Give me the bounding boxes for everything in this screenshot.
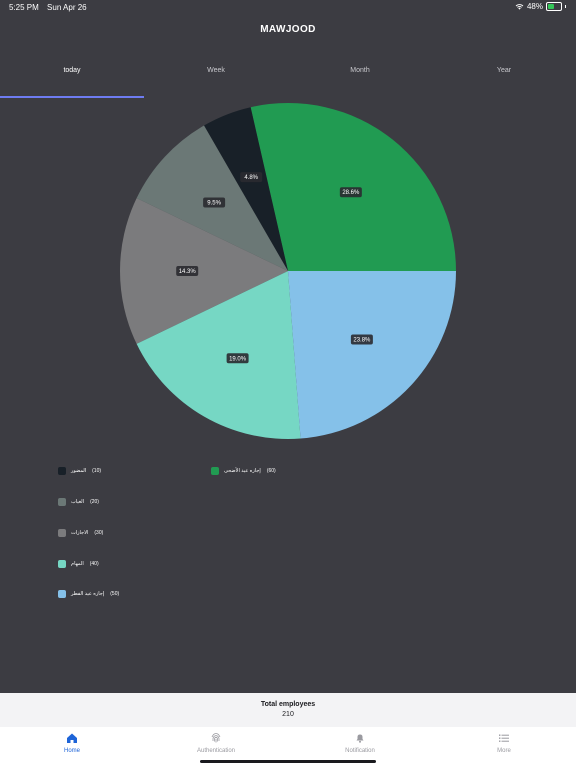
legend-label: إجازه عيد الأضحى (224, 468, 261, 474)
slice-percent-text: 9.5% (207, 200, 221, 206)
slice-percent-label: 4.8% (240, 172, 263, 183)
total-employees-value: 210 (282, 711, 294, 718)
legend-label: المضور (71, 468, 87, 474)
home-icon (67, 733, 77, 743)
pie-slice (288, 271, 457, 439)
legend-swatch (211, 467, 219, 475)
fingerprint-icon (211, 733, 221, 743)
tab-year[interactable]: Year (432, 64, 576, 100)
home-indicator (200, 760, 376, 763)
legend-value: (50) (110, 591, 120, 597)
legend-item: الاجازات (30) (58, 527, 103, 539)
slice-percent-text: 14.3% (179, 269, 197, 275)
status-time: 5:25 PM (9, 3, 39, 12)
status-left: 5:25 PM Sun Apr 26 (9, 3, 93, 12)
legend-swatch (58, 529, 66, 537)
status-bar: 5:25 PM Sun Apr 26 48% (0, 0, 576, 14)
app-title: MAWJOOD (260, 24, 316, 35)
legend-value: (40) (89, 561, 99, 567)
slice-percent-label: 9.5% (203, 197, 226, 208)
slice-percent-label: 28.6% (339, 187, 362, 198)
legend-value: (10) (92, 468, 102, 474)
legend-label: المهام (71, 561, 84, 567)
nav-more-label: More (497, 748, 511, 754)
battery-percent: 48% (526, 2, 543, 11)
total-employees-bar: Total employees 210 (0, 693, 576, 727)
legend-value: (30) (94, 530, 104, 536)
legend-swatch (58, 467, 66, 475)
tab-week[interactable]: Week (144, 64, 288, 100)
legend-item: إجازه عيد الفطر (50) (58, 588, 119, 600)
nav-notification[interactable]: Notification (288, 732, 432, 754)
slice-percent-label: 19.0% (226, 353, 249, 364)
tab-today[interactable]: today (0, 64, 144, 100)
legend-swatch (58, 560, 66, 568)
nav-authentication-label: Authentication (196, 748, 236, 754)
legend-label: الاجازات (71, 530, 89, 536)
legend-swatch (58, 590, 66, 598)
legend-value: (20) (90, 499, 99, 505)
battery-icon (546, 2, 562, 11)
legend-label: إجازه عيد الفطر (71, 591, 105, 597)
slice-percent-text: 4.8% (244, 175, 258, 181)
nav-home-label: Home (63, 748, 80, 754)
slice-percent-text: 19.0% (229, 356, 247, 362)
wifi-icon (515, 4, 524, 10)
pie-chart: 28.6% 4.8% 9.5% 14.3% 19.0% 23.8% (120, 102, 457, 439)
list-icon (499, 734, 509, 742)
legend-item: الغياب (20) (58, 496, 99, 508)
status-right: 48% (515, 2, 566, 11)
period-tabs: today Week Month Year (0, 64, 576, 100)
tab-month[interactable]: Month (288, 64, 432, 100)
legend-item: المضور (10) (58, 465, 101, 477)
battery-tip (565, 5, 566, 8)
legend-label: الغياب (71, 499, 85, 505)
slice-percent-text: 28.6% (342, 190, 360, 196)
nav-more[interactable]: More (432, 732, 576, 754)
legend-value: (60) (266, 468, 276, 474)
nav-authentication[interactable]: Authentication (144, 732, 288, 754)
total-employees-title: Total employees (260, 701, 316, 708)
slice-percent-text: 23.8% (353, 338, 371, 344)
legend-item: إجازه عيد الأضحى (60) (211, 465, 276, 477)
nav-home[interactable]: Home (0, 732, 144, 754)
slice-percent-label: 23.8% (350, 334, 373, 345)
legend-swatch (58, 498, 66, 506)
legend-item: المهام (40) (58, 558, 99, 570)
battery-fill (548, 4, 554, 9)
slice-percent-label: 14.3% (176, 266, 199, 276)
status-date: Sun Apr 26 (47, 3, 87, 12)
nav-notification-label: Notification (345, 748, 375, 754)
bell-icon (356, 734, 364, 743)
